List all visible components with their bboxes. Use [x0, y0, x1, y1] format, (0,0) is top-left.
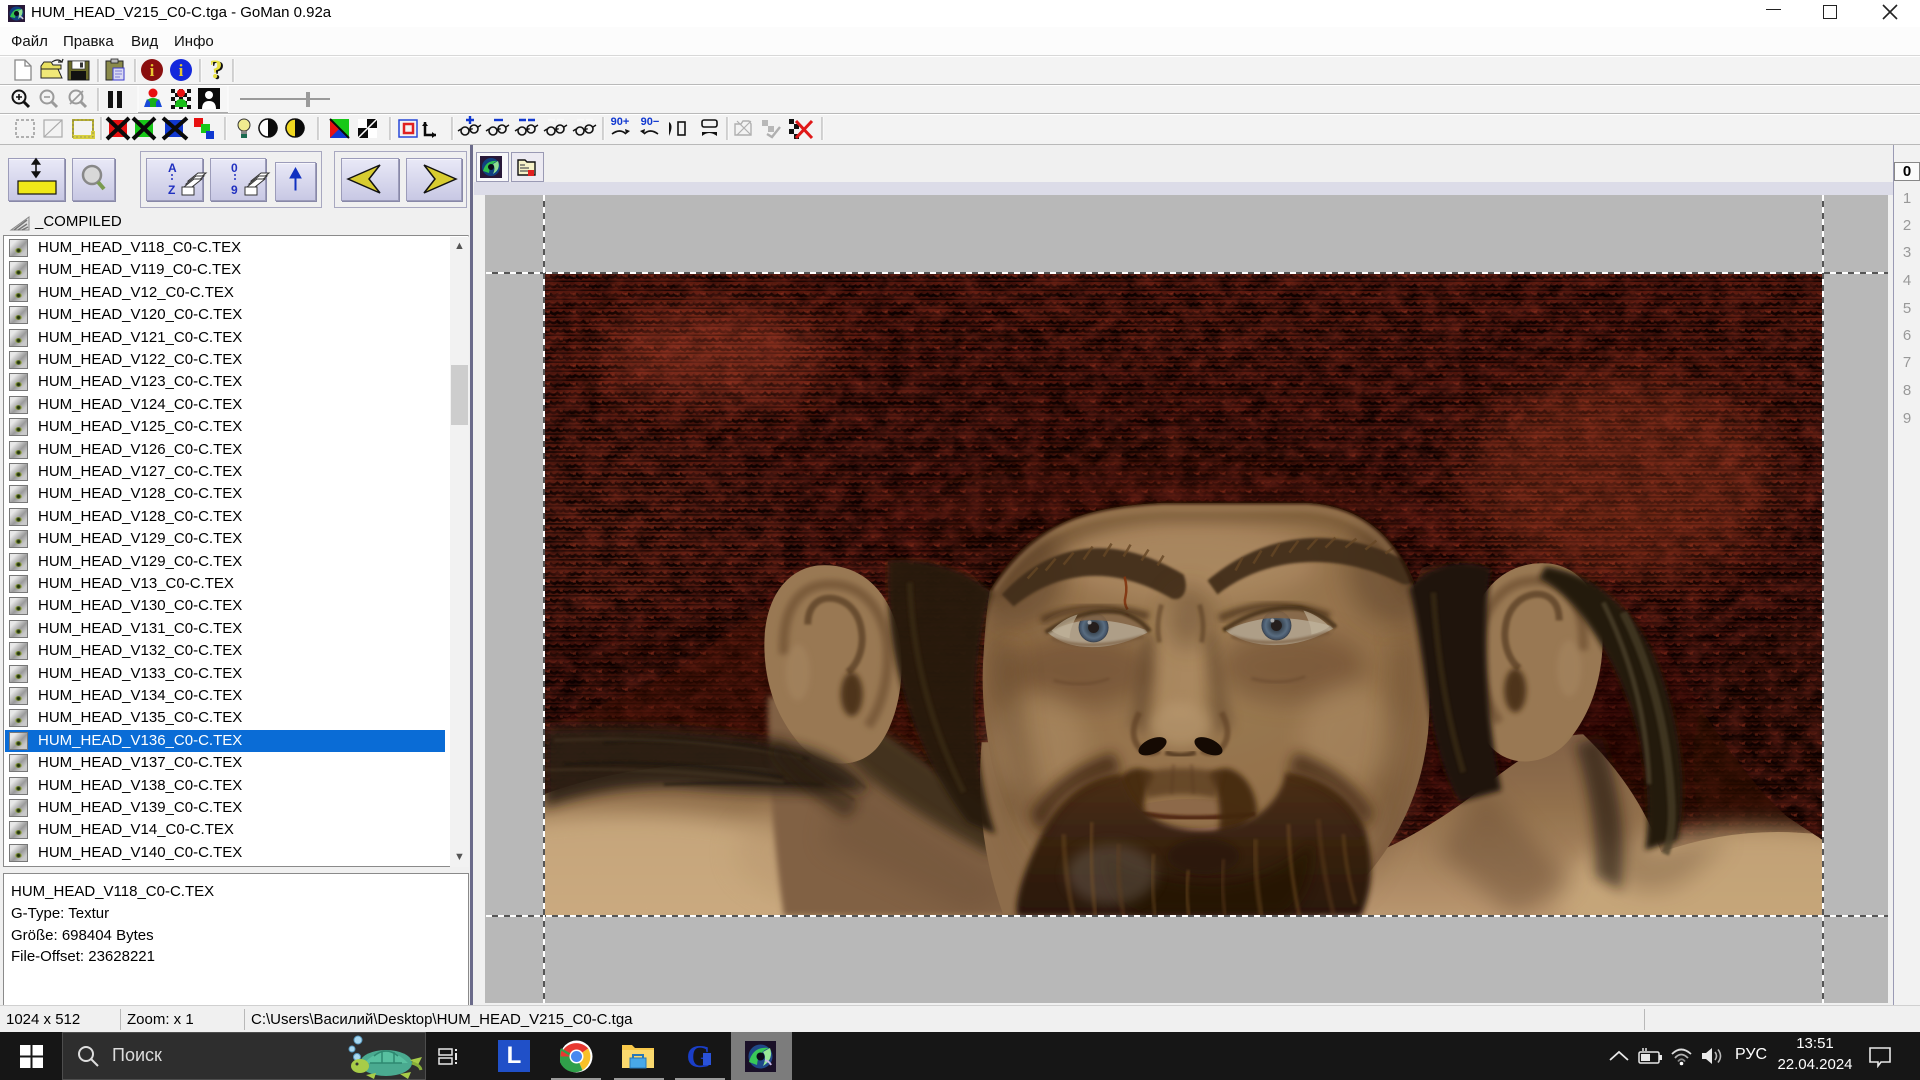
svg-text:i: i	[150, 61, 155, 80]
svg-text:0: 0	[231, 161, 238, 175]
svg-text:90−: 90−	[641, 116, 660, 128]
svg-text:A: A	[168, 161, 177, 175]
svg-text:Z: Z	[168, 183, 175, 197]
svg-text:i: i	[179, 61, 184, 80]
svg-text:?: ?	[210, 56, 223, 84]
svg-text:90+: 90+	[611, 116, 630, 128]
svg-text:9: 9	[231, 183, 238, 197]
